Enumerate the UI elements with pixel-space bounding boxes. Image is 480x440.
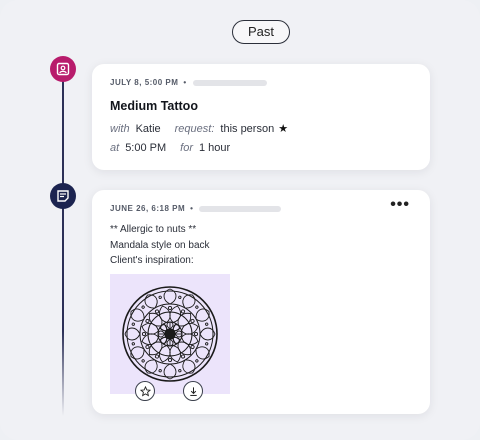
with-label: with (110, 122, 130, 135)
note-line: ** Allergic to nuts ** (110, 224, 197, 235)
note-meta: JUNE 26, 6:18 PM • (110, 204, 282, 213)
favorite-button[interactable] (135, 381, 155, 401)
past-filter-button[interactable]: Past (232, 20, 290, 44)
for-label: for (180, 142, 193, 154)
inspiration-image[interactable] (110, 274, 230, 394)
star-outline-icon (139, 385, 151, 396)
note-line: Mandala style on back (110, 239, 210, 251)
timeline-panel: Past JULY 8, 5:00 PM • Medium Tattoo wit… (0, 0, 480, 440)
appointment-date: JULY 8, 5:00 PM (110, 78, 179, 87)
appointment-card[interactable]: JULY 8, 5:00 PM • Medium Tattoo with Kat… (92, 64, 430, 170)
meta-separator: • (190, 204, 194, 213)
appointment-node (50, 56, 76, 82)
calendar-person-icon (56, 62, 70, 76)
note-node (50, 183, 76, 209)
note-card: JUNE 26, 6:18 PM • ••• ** Allergic to nu… (92, 190, 430, 414)
placeholder-bar (192, 79, 267, 86)
appointment-time-row: at 5:00 PM for 1 hour (110, 142, 230, 154)
note-line: Client's inspiration: (110, 255, 194, 266)
timeline-line (62, 76, 64, 416)
request-label: request: (174, 122, 215, 135)
appointment-details-row: with Katie request: this person ★ (110, 122, 289, 136)
download-icon (189, 386, 197, 396)
more-dots-icon[interactable]: ••• (390, 196, 410, 214)
appointment-duration: 1 hour (199, 142, 231, 154)
request-value: this person (220, 122, 275, 135)
note-icon (57, 190, 69, 202)
note-text: ** Allergic to nuts ** Mandala style on … (110, 222, 210, 269)
at-label: at (110, 142, 120, 154)
placeholder-bar (199, 205, 282, 212)
artist-name: Katie (135, 122, 161, 135)
download-button[interactable] (183, 381, 203, 401)
appointment-title: Medium Tattoo (110, 99, 198, 113)
star-icon: ★ (278, 123, 289, 135)
note-date: JUNE 26, 6:18 PM (110, 204, 186, 213)
meta-separator: • (183, 78, 187, 87)
appointment-time: 5:00 PM (125, 142, 167, 154)
mandala-image (122, 286, 218, 382)
appointment-meta: JULY 8, 5:00 PM • (110, 78, 267, 87)
